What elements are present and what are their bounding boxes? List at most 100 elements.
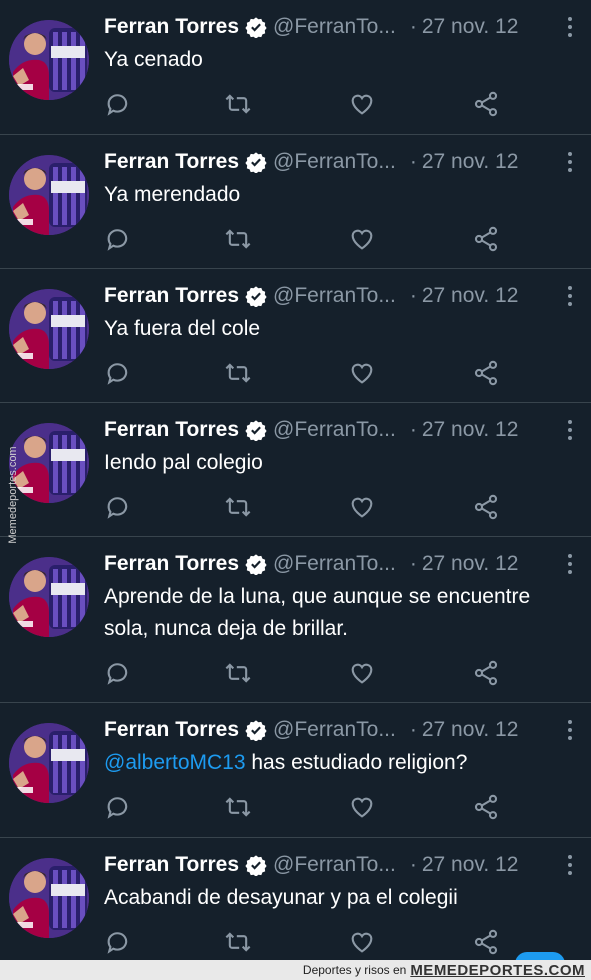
reply-icon[interactable] <box>104 793 132 821</box>
tweet-actions <box>104 359 551 387</box>
watermark-side: Memedeportes.com <box>2 420 24 570</box>
author-handle[interactable]: @FerranTo... <box>273 284 396 308</box>
separator-dot: · <box>409 552 417 575</box>
tweet-actions <box>104 659 551 687</box>
share-icon[interactable] <box>472 493 500 521</box>
tweet[interactable]: Ferran Torres @FerranTo... · 27 nov. 12 Apre… <box>0 537 591 703</box>
author-handle[interactable]: @FerranTo... <box>273 418 396 442</box>
heart-icon[interactable] <box>348 793 376 821</box>
separator-dot: · <box>409 284 417 307</box>
footer-brand[interactable]: MEMEDEPORTES.COM <box>410 962 585 979</box>
heart-icon[interactable] <box>348 359 376 387</box>
avatar[interactable] <box>9 858 89 938</box>
heart-icon[interactable] <box>348 928 376 956</box>
tweet[interactable]: Ferran Torres @FerranTo... · 27 nov. 12 Acab… <box>0 838 591 960</box>
tweet-text: Acabandi de desayunar y pa el colegii <box>104 882 561 914</box>
tweet-header: Ferran Torres @FerranTo... · 27 nov. 12 <box>104 12 575 42</box>
tweet-actions <box>104 493 551 521</box>
heart-icon[interactable] <box>348 659 376 687</box>
mention-link[interactable]: @albertoMC13 <box>104 751 246 774</box>
tweet-date[interactable]: 27 nov. 12 <box>422 853 519 877</box>
tweet-date[interactable]: 27 nov. 12 <box>422 284 519 308</box>
retweet-icon[interactable] <box>224 225 252 253</box>
reply-icon[interactable] <box>104 659 132 687</box>
tweet-header: Ferran Torres @FerranTo... · 27 nov. 12 <box>104 850 575 880</box>
tweet[interactable]: Ferran Torres @FerranTo... · 27 nov. 12 Ya f… <box>0 269 591 403</box>
retweet-icon[interactable] <box>224 793 252 821</box>
verified-badge-icon <box>245 16 267 39</box>
tweet-body: has estudiado religion? <box>245 751 468 774</box>
share-icon[interactable] <box>472 659 500 687</box>
retweet-icon[interactable] <box>224 359 252 387</box>
author-name[interactable]: Ferran Torres <box>104 552 239 576</box>
footer-bar: Deportes y risos en MEMEDEPORTES.COM <box>0 960 591 980</box>
tweet-text: Aprende de la luna, que aunque se encuen… <box>104 581 561 645</box>
author-handle[interactable]: @FerranTo... <box>273 718 396 742</box>
author-name[interactable]: Ferran Torres <box>104 718 239 742</box>
avatar[interactable] <box>9 20 89 100</box>
tweet-text: Iendo pal colegio <box>104 447 561 479</box>
tweet-body: Ya merendado <box>104 183 241 206</box>
tweet-header: Ferran Torres @FerranTo... · 27 nov. 12 <box>104 715 575 745</box>
tweet[interactable]: Ferran Torres @FerranTo... · 27 nov. 12 @alb… <box>0 703 591 838</box>
tweet-date[interactable]: 27 nov. 12 <box>422 418 519 442</box>
tweet[interactable]: Ferran Torres @FerranTo... · 27 nov. 12 Ya c… <box>0 0 591 135</box>
more-icon[interactable] <box>565 14 575 40</box>
verified-badge-icon <box>245 151 267 174</box>
tweet-text: Ya fuera del cole <box>104 313 561 345</box>
avatar[interactable] <box>9 289 89 369</box>
share-icon[interactable] <box>472 225 500 253</box>
more-icon[interactable] <box>565 417 575 443</box>
author-name[interactable]: Ferran Torres <box>104 418 239 442</box>
tweet-body: Acabandi de desayunar y pa el colegii <box>104 886 458 909</box>
reply-icon[interactable] <box>104 359 132 387</box>
tweet[interactable]: Ferran Torres @FerranTo... · 27 nov. 12 Ya m… <box>0 135 591 269</box>
reply-icon[interactable] <box>104 225 132 253</box>
avatar[interactable] <box>9 155 89 235</box>
author-name[interactable]: Ferran Torres <box>104 150 239 174</box>
watermark-text: Memedeportes.com <box>7 446 19 544</box>
share-icon[interactable] <box>472 90 500 118</box>
more-icon[interactable] <box>565 283 575 309</box>
tweet-date[interactable]: 27 nov. 12 <box>422 718 519 742</box>
verified-badge-icon <box>245 553 267 576</box>
reply-icon[interactable] <box>104 928 132 956</box>
share-icon[interactable] <box>472 359 500 387</box>
more-icon[interactable] <box>565 852 575 878</box>
heart-icon[interactable] <box>348 90 376 118</box>
heart-icon[interactable] <box>348 225 376 253</box>
reply-icon[interactable] <box>104 90 132 118</box>
tweet-actions <box>104 90 551 118</box>
avatar[interactable] <box>9 723 89 803</box>
author-name[interactable]: Ferran Torres <box>104 284 239 308</box>
author-handle[interactable]: @FerranTo... <box>273 552 396 576</box>
tweet-date[interactable]: 27 nov. 12 <box>422 15 519 39</box>
reply-icon[interactable] <box>104 493 132 521</box>
share-icon[interactable] <box>472 928 500 956</box>
retweet-icon[interactable] <box>224 90 252 118</box>
tweet-date[interactable]: 27 nov. 12 <box>422 552 519 576</box>
tweet-date[interactable]: 27 nov. 12 <box>422 150 519 174</box>
more-icon[interactable] <box>565 717 575 743</box>
separator-dot: · <box>409 718 417 741</box>
author-name[interactable]: Ferran Torres <box>104 15 239 39</box>
retweet-icon[interactable] <box>224 493 252 521</box>
author-name[interactable]: Ferran Torres <box>104 853 239 877</box>
author-handle[interactable]: @FerranTo... <box>273 15 396 39</box>
retweet-icon[interactable] <box>224 659 252 687</box>
separator-dot: · <box>409 150 417 173</box>
tweet-header: Ferran Torres @FerranTo... · 27 nov. 12 <box>104 147 575 177</box>
share-icon[interactable] <box>472 793 500 821</box>
more-icon[interactable] <box>565 149 575 175</box>
retweet-icon[interactable] <box>224 928 252 956</box>
tweet-header: Ferran Torres @FerranTo... · 27 nov. 12 <box>104 281 575 311</box>
more-icon[interactable] <box>565 551 575 577</box>
author-handle[interactable]: @FerranTo... <box>273 150 396 174</box>
tweet-actions <box>104 225 551 253</box>
heart-icon[interactable] <box>348 493 376 521</box>
tweet[interactable]: Ferran Torres @FerranTo... · 27 nov. 12 Iend… <box>0 403 591 537</box>
tweet-header: Ferran Torres @FerranTo... · 27 nov. 12 <box>104 549 575 579</box>
footer-tagline: Deportes y risos en <box>302 963 407 977</box>
tweet-body: Ya cenado <box>104 48 203 71</box>
author-handle[interactable]: @FerranTo... <box>273 853 396 877</box>
